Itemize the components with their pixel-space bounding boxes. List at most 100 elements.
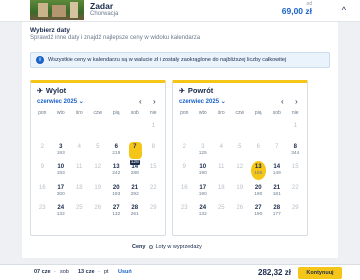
inbound-month-select[interactable]: czerwiec 2025 ⌄ bbox=[179, 98, 226, 105]
day-price: 125 bbox=[198, 150, 207, 156]
outbound-date: 07 cze bbox=[34, 269, 51, 275]
day-cell[interactable]: 27 190 bbox=[249, 202, 268, 223]
day-cell[interactable]: 20 190 bbox=[249, 182, 268, 203]
day-number: 4 bbox=[77, 143, 81, 150]
day-cell[interactable]: 13 155 bbox=[249, 161, 268, 182]
day-cell[interactable]: 21 292 bbox=[126, 182, 145, 203]
day-number: 22 bbox=[291, 184, 299, 191]
day-price: 190 bbox=[198, 191, 207, 197]
day-cell-empty bbox=[33, 120, 52, 141]
day-number bbox=[231, 120, 250, 123]
day-cell: 9 bbox=[175, 161, 194, 182]
day-cell: 1 bbox=[286, 120, 305, 141]
day-number: 28 bbox=[131, 205, 139, 211]
day-cell: 3 125 bbox=[194, 141, 213, 162]
day-cell: 9 bbox=[33, 161, 52, 182]
day-cell[interactable]: 3 193 bbox=[52, 141, 71, 162]
day-cell[interactable]: 10 190 bbox=[194, 161, 213, 182]
weekday-label: wto bbox=[198, 110, 207, 116]
day-cell[interactable]: 24 132 bbox=[194, 202, 213, 223]
continue-button[interactable]: Kontynuuj bbox=[298, 267, 342, 279]
destination-country: Chorwacja bbox=[90, 11, 119, 17]
day-cell[interactable]: 8 344 bbox=[286, 141, 305, 162]
flight-header[interactable]: Zadar Chorwacja od 69,00 zł ^ bbox=[0, 0, 360, 22]
outbound-month-select[interactable]: czerwiec 2025 ⌄ bbox=[37, 98, 84, 105]
day-number: 27 bbox=[254, 205, 262, 211]
day-number bbox=[52, 120, 71, 123]
day-cell-empty bbox=[107, 120, 126, 141]
weekday-label: wto bbox=[56, 110, 65, 116]
day-cell[interactable]: 27 132 bbox=[107, 202, 126, 223]
day-number: 17 bbox=[199, 184, 207, 191]
day-number: 18 bbox=[75, 184, 83, 191]
day-number: 5 bbox=[96, 143, 100, 150]
day-cell[interactable]: 10 193 bbox=[52, 161, 71, 182]
day-cell: 1 bbox=[144, 120, 163, 141]
day-cell[interactable]: 28 177 bbox=[268, 202, 287, 223]
day-number: 21 bbox=[273, 184, 281, 191]
day-number: 11 bbox=[76, 164, 83, 170]
weekday-label: czw bbox=[235, 110, 245, 116]
day-cell: 23 bbox=[175, 202, 194, 223]
day-cell: 15 bbox=[144, 161, 163, 182]
day-number: 25 bbox=[75, 205, 83, 211]
day-number: 2 bbox=[182, 143, 186, 150]
day-cell-empty bbox=[89, 120, 108, 141]
day-number: 19 bbox=[94, 184, 102, 191]
day-cell[interactable]: 28 261 bbox=[126, 202, 145, 223]
day-cell: 26 bbox=[89, 202, 108, 223]
day-number: 24 bbox=[199, 205, 207, 211]
legend-radio[interactable] bbox=[149, 244, 154, 249]
day-cell[interactable]: 17 190 bbox=[194, 182, 213, 203]
day-number: 22 bbox=[149, 184, 157, 191]
day-number: 5 bbox=[238, 143, 242, 150]
day-number: 19 bbox=[236, 184, 244, 191]
info-text: Wszystkie ceny w kalendarzu są w walucie… bbox=[48, 57, 287, 63]
day-number: 23 bbox=[38, 205, 46, 211]
day-number: 12 bbox=[236, 164, 244, 170]
day-cell[interactable]: 14 288 bbox=[126, 161, 145, 182]
day-cell[interactable]: 20 193 bbox=[107, 182, 126, 203]
day-number: 13 bbox=[112, 164, 120, 170]
day-price: 132 bbox=[112, 212, 121, 217]
header-price: 69,00 zł bbox=[281, 6, 312, 16]
day-number: 29 bbox=[291, 205, 299, 211]
day-number: 16 bbox=[180, 184, 188, 191]
day-number: 8 bbox=[293, 143, 297, 150]
day-cell[interactable]: 24 132 bbox=[52, 202, 71, 223]
day-cell: 26 bbox=[231, 202, 250, 223]
page: Zadar Chorwacja od 69,00 zł ^ Wybierz da… bbox=[0, 0, 360, 280]
day-cell[interactable]: 13 242 bbox=[107, 161, 126, 182]
day-number: 13 bbox=[254, 164, 262, 170]
day-cell[interactable]: 6 219 bbox=[107, 141, 126, 162]
day-number: 23 bbox=[180, 205, 188, 211]
day-number bbox=[70, 120, 89, 123]
day-number: 28 bbox=[273, 205, 281, 211]
day-price: 181 bbox=[272, 191, 281, 197]
day-cell: 11 bbox=[70, 161, 89, 182]
day-number: 3 bbox=[59, 143, 63, 150]
next-month-icon[interactable]: › bbox=[153, 97, 156, 106]
prev-month-icon[interactable]: ‹ bbox=[139, 97, 142, 106]
collapse-chevron-icon[interactable]: ^ bbox=[342, 5, 346, 15]
day-cell[interactable]: 17 300 bbox=[52, 182, 71, 203]
day-cell: 2 bbox=[175, 141, 194, 162]
prev-month-icon[interactable]: ‹ bbox=[281, 97, 284, 106]
separator: · bbox=[54, 269, 56, 275]
day-price: 193 bbox=[56, 171, 65, 176]
day-cell: 23 bbox=[33, 202, 52, 223]
day-number: 9 bbox=[40, 164, 44, 170]
destination-city: Zadar bbox=[90, 1, 114, 11]
day-cell[interactable]: 14 149 bbox=[268, 161, 287, 182]
day-cell[interactable]: 21 181 bbox=[268, 182, 287, 203]
day-cell[interactable]: 7 128 bbox=[126, 141, 145, 165]
day-number: 20 bbox=[254, 184, 262, 191]
day-cell: 5 bbox=[231, 141, 250, 162]
day-number: 1 bbox=[151, 123, 155, 129]
remove-link[interactable]: Usuń bbox=[118, 269, 132, 275]
weekday-label: śro bbox=[217, 110, 225, 116]
day-number bbox=[126, 120, 145, 123]
destination-thumbnail bbox=[30, 0, 84, 20]
next-month-icon[interactable]: › bbox=[295, 97, 298, 106]
day-cell: 15 bbox=[286, 161, 305, 182]
